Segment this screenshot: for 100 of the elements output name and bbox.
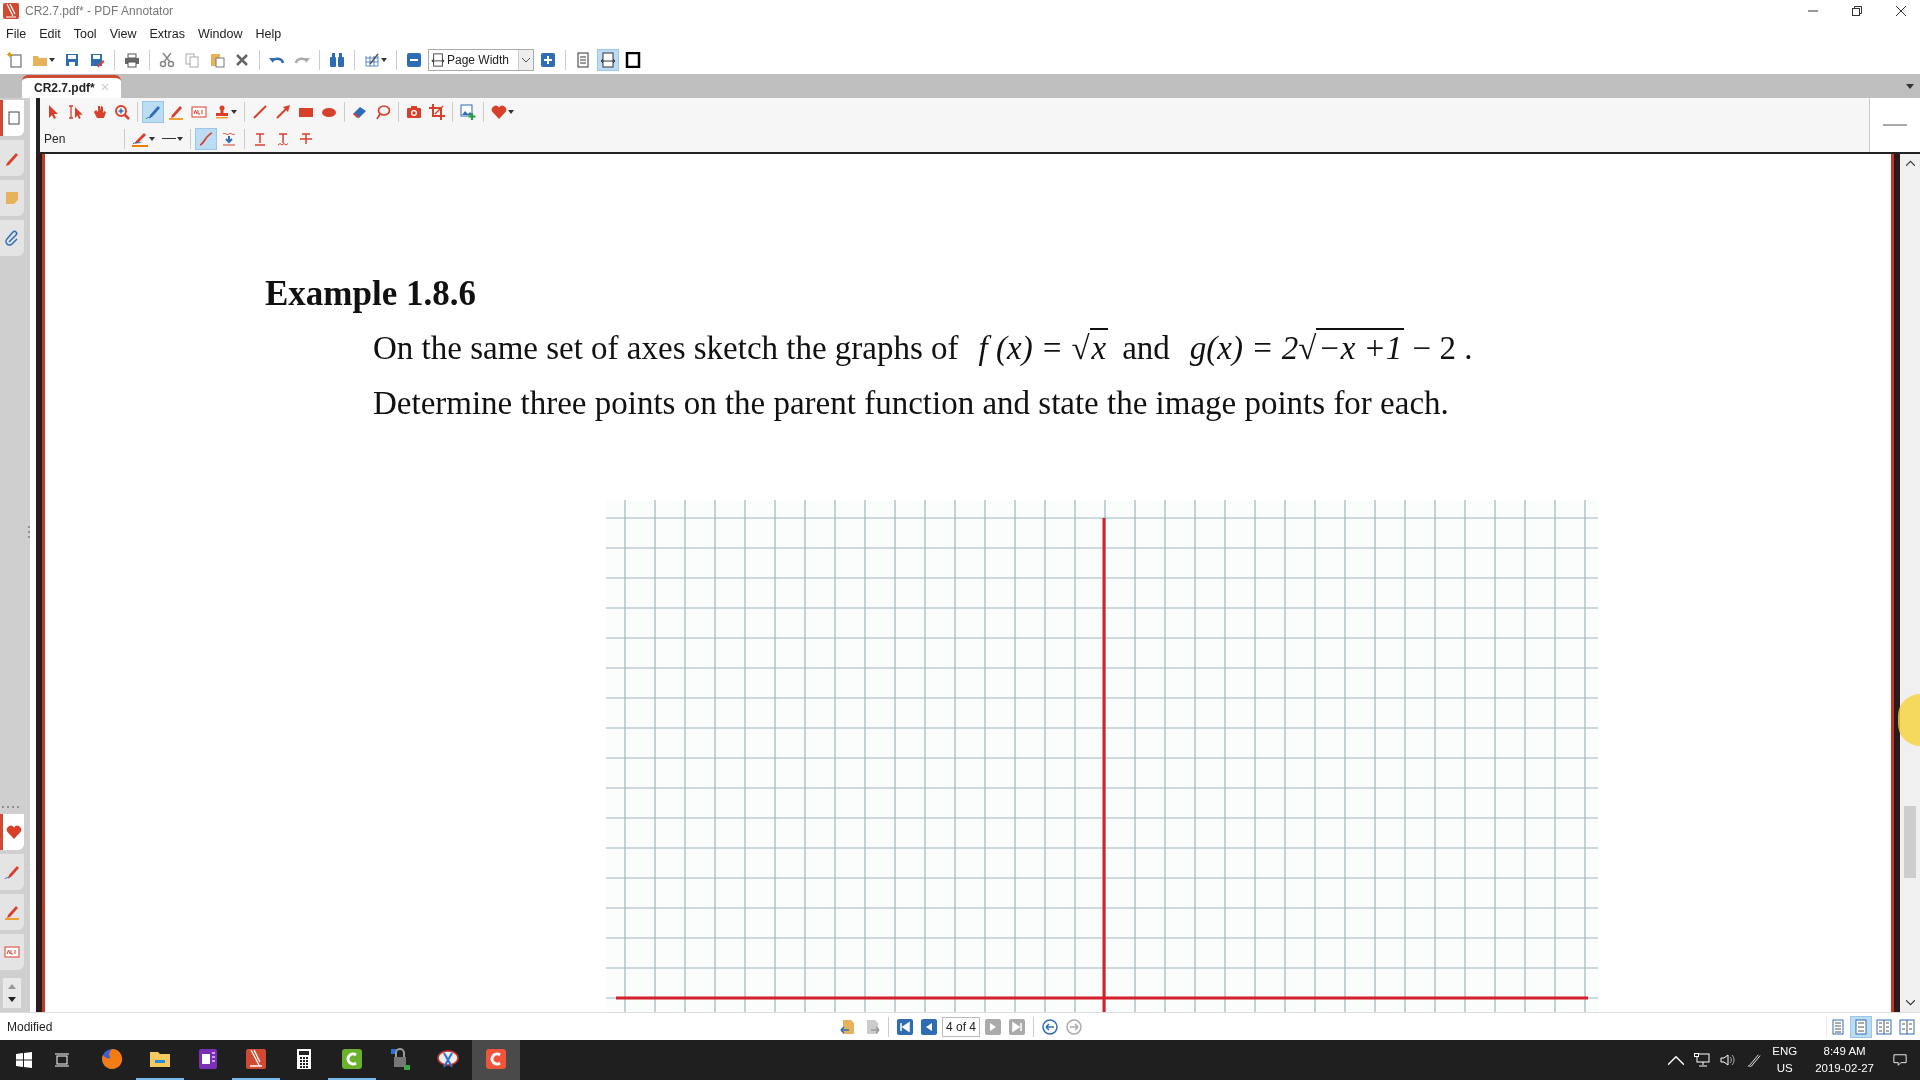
single-page-layout-icon [1830,1018,1846,1035]
text-select-icon [68,103,84,120]
crop-icon [429,103,445,120]
favorites-tab[interactable] [0,894,24,930]
stroke-option-button[interactable] [195,127,217,150]
two-page-continuous-layout-icon [1899,1018,1915,1035]
fit-width-icon [431,53,445,67]
plus-icon [540,52,556,68]
chevron-up-icon[interactable] [1668,1053,1685,1067]
close-icon[interactable] [1896,6,1906,16]
taskbar-app-button[interactable] [472,1040,520,1080]
math-formula: g(x) = 2√−x +1 − 2 . [1189,330,1473,367]
copy-icon [184,52,200,68]
next-page-icon [985,1018,1002,1035]
full-page-icon [625,52,641,68]
two-page-layout-icon [1876,1018,1892,1035]
favorites-tab[interactable] [0,934,24,970]
text-box-icon [191,103,207,120]
menu-item[interactable]: View [109,27,137,41]
page-number-field[interactable]: 4 of 4 [942,1016,981,1037]
region-indicator[interactable]: US [1776,1060,1793,1077]
restore-icon[interactable] [1852,6,1862,16]
fit-width-icon [600,52,616,68]
line-icon [252,103,268,120]
clock-time[interactable]: 8:49 AM [1823,1043,1866,1060]
network-icon[interactable] [1694,1053,1711,1067]
clipboard-icon [209,52,225,68]
app-logo-icon [3,3,19,19]
favorites-tab[interactable] [0,814,24,850]
document-tab[interactable]: CR2.7.pdf* [22,75,121,98]
previous-page-icon [921,1018,937,1035]
math-formula: f (x) = √x [978,330,1109,367]
caret-icon [508,109,514,114]
scrollbar-thumb[interactable] [1904,806,1916,878]
paperclip-icon [4,230,20,246]
menu-item[interactable]: Help [255,27,282,41]
sidebar-tab[interactable] [0,100,24,136]
underline-icon [252,130,268,147]
sidebar-tab[interactable] [0,140,24,176]
single-page-icon [575,52,591,68]
stamp-icon [214,103,230,120]
new-document-icon [7,52,23,68]
down-arrow-icon [8,997,16,1002]
sidebar-scroll-buttons[interactable] [3,978,21,1008]
menu-item[interactable]: File [6,27,27,41]
heart-icon [491,103,507,120]
fox-globe-icon [100,1047,124,1071]
heart-icon [5,824,22,840]
note-icon [4,190,20,206]
squiggly-underline-icon [275,130,291,147]
arrow-icon [275,103,291,120]
caret-icon [49,58,55,62]
zoom-mode-dropdown[interactable]: Page Width [428,49,534,71]
menu-item[interactable]: Window [197,27,243,41]
caret-icon[interactable] [1906,84,1914,89]
pen-color-icon [132,130,148,147]
save-as-icon [89,52,105,68]
zoom-icon [114,103,130,120]
recorder-app-icon [484,1047,508,1071]
up-arrow-icon [8,984,16,989]
vertical-scrollbar[interactable] [1900,154,1920,1012]
continuous-layout-icon [1853,1018,1869,1035]
favorites-tab[interactable] [0,854,24,890]
menu-item[interactable]: Edit [39,27,61,41]
folder-back-icon [840,1018,856,1035]
caret-icon [177,136,183,141]
caret-icon [381,58,387,62]
padlock-icon [388,1047,412,1071]
task-view-icon[interactable] [54,1052,70,1068]
window-title: CR2.7.pdf* - PDF Annotator [25,4,174,18]
annotation-tool-button[interactable] [142,100,164,123]
sidebar-tab[interactable] [0,220,24,256]
scissors-icon [159,52,175,68]
clock-date[interactable]: 2019-02-27 [1815,1060,1874,1077]
page-layout-button[interactable] [1850,1015,1872,1038]
grid-pen-icon [364,52,380,68]
page-icon [5,110,22,126]
hand-icon [91,103,107,120]
camera-icon [406,103,422,120]
notification-icon[interactable] [1892,1053,1908,1067]
start-icon[interactable] [16,1052,32,1068]
page-fit-button[interactable] [597,49,619,71]
example-heading: Example 1.8.6 [265,274,477,314]
problem-text: Determine three points on the parent function and state the image points for each. [373,385,1450,422]
highlighter-icon [168,103,184,120]
strikethrough-icon [298,130,314,147]
delete-icon [234,52,250,68]
language-indicator[interactable]: ENG [1772,1043,1798,1060]
lasso-icon [375,103,391,120]
caret-icon [231,109,237,114]
highlighter-icon [4,904,20,920]
document-forward-icon [864,1018,880,1035]
menu-item[interactable]: Tool [73,27,97,41]
image-add-icon [460,103,476,120]
speaker-icon[interactable] [1720,1053,1737,1067]
curve-icon [198,130,214,147]
pen-app-icon [244,1047,268,1071]
pen-icon [4,864,20,880]
menu-item[interactable]: Extras [149,27,185,41]
pen-icon[interactable] [1746,1053,1763,1067]
